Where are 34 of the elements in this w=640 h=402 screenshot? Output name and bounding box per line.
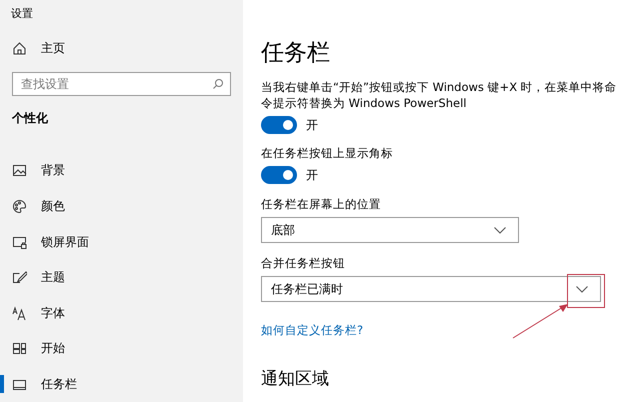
search-icon bbox=[212, 78, 224, 90]
font-icon bbox=[12, 306, 27, 321]
sidebar-item[interactable]: 开始 bbox=[0, 330, 243, 366]
help-link[interactable]: 如何自定义任务栏? bbox=[261, 323, 364, 338]
tiles-icon bbox=[12, 341, 27, 356]
toggle-state: 开 bbox=[306, 166, 318, 184]
image-icon bbox=[12, 163, 27, 178]
toggle-switch[interactable] bbox=[261, 166, 297, 184]
setting-label: 当我右键单击“开始”按钮或按下 Windows 键+X 时，在菜单中将命令提示符替换为 Windows PowerShell bbox=[261, 79, 618, 111]
search-field[interactable]: 查找设置 bbox=[12, 72, 231, 96]
chevron-down-icon bbox=[494, 226, 506, 234]
sidebar-item[interactable]: 主题 bbox=[0, 260, 243, 296]
section-heading: 通知区域 bbox=[261, 368, 329, 390]
chevron-down-icon bbox=[576, 286, 588, 292]
sidebar-item[interactable]: 字体 bbox=[0, 295, 243, 331]
sidebar-item[interactable]: 背景 bbox=[0, 153, 243, 189]
sidebar-item[interactable]: 颜色 bbox=[0, 188, 243, 224]
home-nav-item[interactable]: 主页 bbox=[0, 30, 243, 66]
brush-monitor-icon bbox=[12, 270, 27, 286]
toggle-state: 开 bbox=[306, 116, 318, 134]
sidebar-item[interactable]: 锁屏界面 bbox=[0, 224, 243, 260]
palette-icon bbox=[12, 199, 27, 214]
section-heading: 个性化 bbox=[12, 110, 48, 128]
monitor-lock-icon bbox=[12, 234, 27, 250]
home-icon bbox=[12, 40, 27, 56]
dropdown[interactable]: 任务栏已满时 bbox=[261, 276, 601, 302]
dropdown[interactable]: 底部 bbox=[261, 217, 519, 243]
sidebar-item[interactable]: 任务栏 bbox=[0, 366, 243, 402]
toggle-switch[interactable] bbox=[261, 116, 297, 134]
page-title: 任务栏 bbox=[261, 39, 330, 68]
setting-label: 任务栏在屏幕上的位置 bbox=[261, 196, 382, 212]
window-title: 设置 bbox=[10, 6, 33, 22]
setting-label: 在任务栏按钮上显示角标 bbox=[261, 145, 394, 161]
setting-label: 合并任务栏按钮 bbox=[261, 255, 346, 271]
